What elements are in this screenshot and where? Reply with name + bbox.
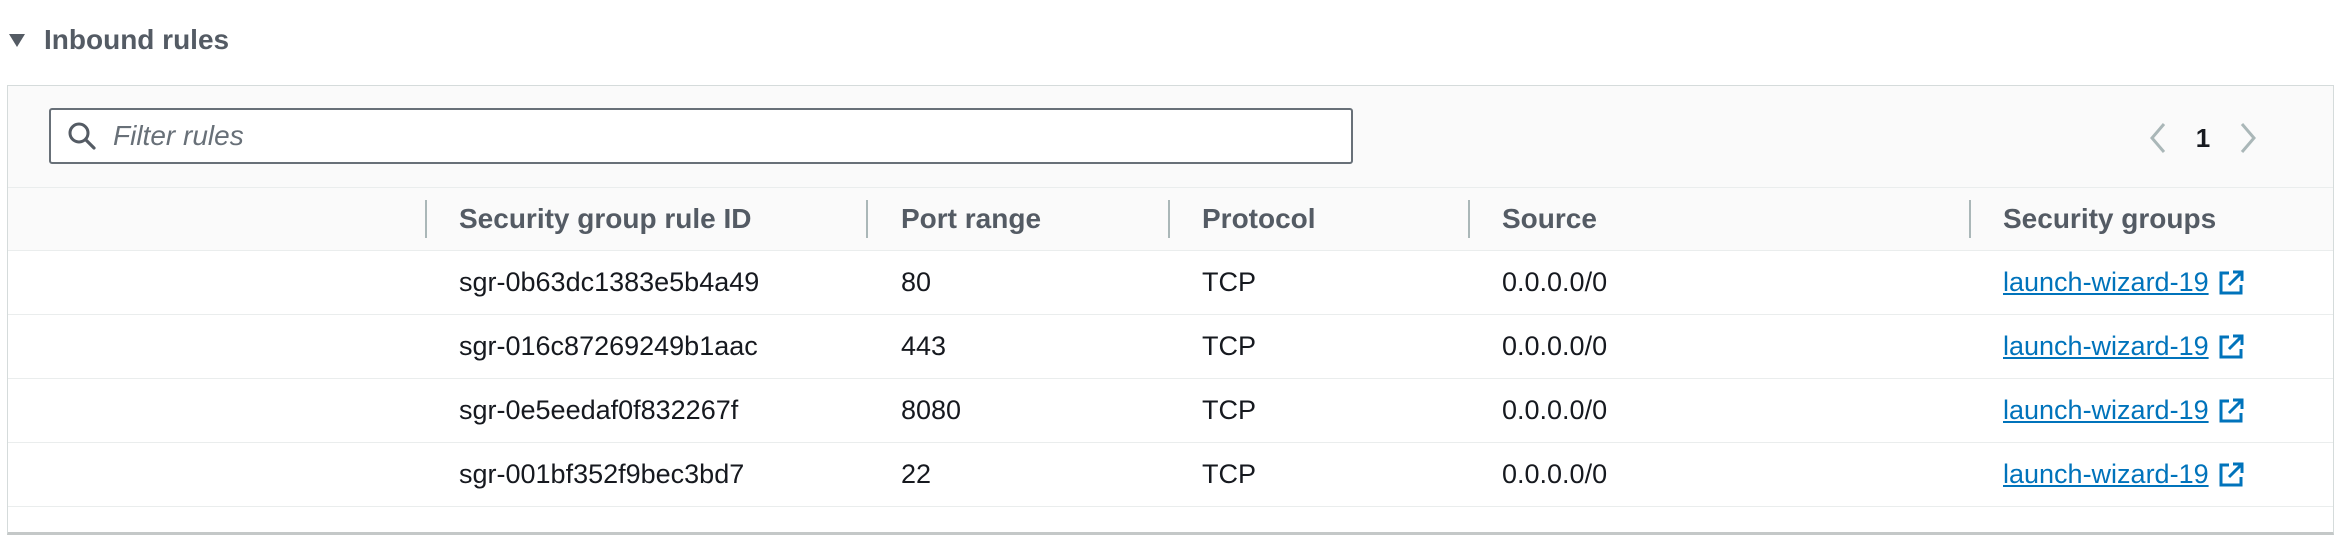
external-link-icon[interactable] bbox=[2217, 461, 2245, 489]
protocol-cell: TCP bbox=[1202, 267, 1256, 297]
security-group-link[interactable]: launch-wizard-19 bbox=[2003, 459, 2245, 490]
table-row: sgr-001bf352f9bec3bd7 22 TCP 0.0.0.0/0 l… bbox=[8, 443, 2333, 507]
external-link-icon[interactable] bbox=[2217, 333, 2245, 361]
filter-rules-input[interactable] bbox=[113, 120, 1293, 152]
filter-rules-field[interactable] bbox=[49, 108, 1353, 164]
rule-id-cell: sgr-001bf352f9bec3bd7 bbox=[459, 459, 745, 489]
table-row: sgr-016c87269249b1aac 443 TCP 0.0.0.0/0 … bbox=[8, 315, 2333, 379]
port-range-cell: 8080 bbox=[901, 395, 962, 425]
column-divider[interactable] bbox=[1468, 200, 1470, 238]
security-group-cell: launch-wizard-19 bbox=[2003, 443, 2245, 506]
table-row: sgr-0b63dc1383e5b4a49 80 TCP 0.0.0.0/0 l… bbox=[8, 251, 2333, 315]
table-toolbar: 1 bbox=[8, 86, 2333, 187]
security-group-link[interactable]: launch-wizard-19 bbox=[2003, 267, 2245, 298]
security-group-link-text[interactable]: launch-wizard-19 bbox=[2003, 459, 2209, 490]
column-divider[interactable] bbox=[1969, 200, 1971, 238]
rule-id-cell: sgr-016c87269249b1aac bbox=[459, 331, 758, 361]
column-header-security-groups[interactable]: Security groups bbox=[2003, 188, 2216, 250]
table-header: Security group rule ID Port range Protoc… bbox=[8, 187, 2333, 251]
column-header-protocol[interactable]: Protocol bbox=[1202, 188, 1316, 250]
security-group-link-text[interactable]: launch-wizard-19 bbox=[2003, 331, 2209, 362]
external-link-icon[interactable] bbox=[2217, 269, 2245, 297]
caret-down-icon bbox=[8, 31, 26, 49]
table-row: sgr-0e5eedaf0f832267f 8080 TCP 0.0.0.0/0… bbox=[8, 379, 2333, 443]
port-range-cell: 443 bbox=[901, 331, 947, 361]
security-group-link-text[interactable]: launch-wizard-19 bbox=[2003, 395, 2209, 426]
column-header-rule-id[interactable]: Security group rule ID bbox=[459, 188, 752, 250]
security-group-link[interactable]: launch-wizard-19 bbox=[2003, 395, 2245, 426]
security-group-cell: launch-wizard-19 bbox=[2003, 251, 2245, 314]
protocol-cell: TCP bbox=[1202, 395, 1256, 425]
rule-id-cell: sgr-0b63dc1383e5b4a49 bbox=[459, 267, 760, 297]
source-cell: 0.0.0.0/0 bbox=[1502, 459, 1608, 489]
inbound-rules-toggle[interactable]: Inbound rules bbox=[8, 20, 229, 60]
column-divider[interactable] bbox=[1168, 200, 1170, 238]
security-group-link-text[interactable]: launch-wizard-19 bbox=[2003, 267, 2209, 298]
column-header-source[interactable]: Source bbox=[1502, 188, 1597, 250]
source-cell: 0.0.0.0/0 bbox=[1502, 395, 1608, 425]
column-divider[interactable] bbox=[866, 200, 868, 238]
chevron-right-icon[interactable] bbox=[2233, 118, 2263, 158]
protocol-cell: TCP bbox=[1202, 459, 1256, 489]
inbound-rules-panel: 1 Security group rule ID Port range Prot… bbox=[7, 85, 2334, 535]
external-link-icon[interactable] bbox=[2217, 397, 2245, 425]
security-group-link[interactable]: launch-wizard-19 bbox=[2003, 331, 2245, 362]
search-icon bbox=[67, 121, 97, 151]
pagination: 1 bbox=[2143, 116, 2263, 160]
inbound-rules-table: Security group rule ID Port range Protoc… bbox=[8, 187, 2333, 507]
rule-id-cell: sgr-0e5eedaf0f832267f bbox=[459, 395, 739, 425]
source-cell: 0.0.0.0/0 bbox=[1502, 331, 1608, 361]
port-range-cell: 22 bbox=[901, 459, 932, 489]
security-group-cell: launch-wizard-19 bbox=[2003, 379, 2245, 442]
chevron-left-icon[interactable] bbox=[2143, 118, 2173, 158]
column-header-port-range[interactable]: Port range bbox=[901, 188, 1041, 250]
source-cell: 0.0.0.0/0 bbox=[1502, 267, 1608, 297]
section-title: Inbound rules bbox=[44, 24, 230, 55]
column-divider[interactable] bbox=[425, 200, 427, 238]
current-page-number[interactable]: 1 bbox=[2173, 123, 2233, 154]
protocol-cell: TCP bbox=[1202, 331, 1256, 361]
security-group-cell: launch-wizard-19 bbox=[2003, 315, 2245, 378]
port-range-cell: 80 bbox=[901, 267, 932, 297]
